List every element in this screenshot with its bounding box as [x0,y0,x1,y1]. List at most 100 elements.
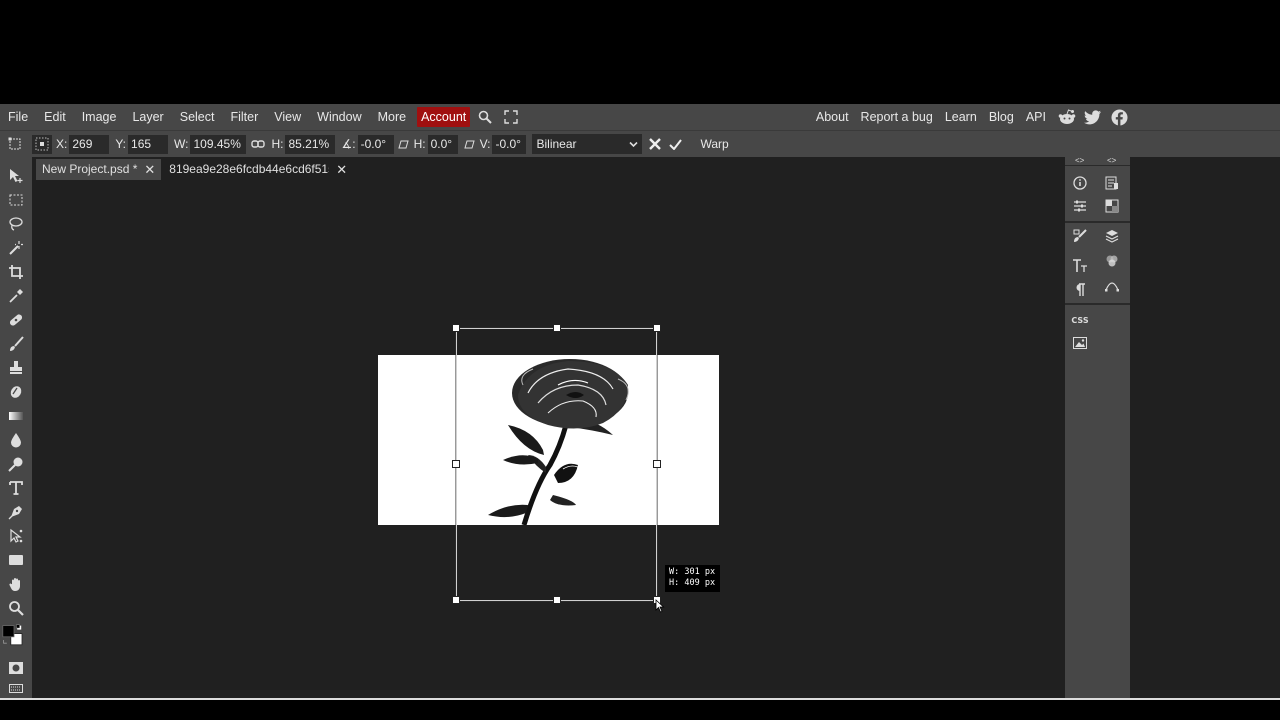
panel-divider [1065,303,1130,305]
tab-label: 819ea9e28e6fcdb44e6cd6f515 [169,162,330,176]
brush-tool-icon[interactable] [5,333,27,355]
transform-handle-top-left[interactable] [452,324,460,332]
clone-stamp-tool-icon[interactable] [5,357,27,379]
color-swatches-icon[interactable] [2,623,26,649]
search-icon[interactable] [474,107,496,127]
panel-divider [1065,221,1130,223]
menu-bar: File Edit Image Layer Select Filter View… [0,104,1280,130]
y-field[interactable]: 165 px [128,134,169,170]
hand-tool-icon[interactable] [5,573,27,595]
eyedropper-tool-icon[interactable] [5,285,27,307]
layers-icon[interactable] [1102,226,1122,246]
w-field[interactable]: 109.45% [190,134,247,154]
h-field[interactable]: 85.21% [285,134,336,154]
menu-filter[interactable]: Filter [222,107,266,127]
options-bar: X: 269 px Y: 165 px W: 109.45% H: 85.21%… [0,130,1280,170]
tools-panel [0,157,32,698]
lasso-tool-icon[interactable] [5,213,27,235]
type-tool-icon[interactable] [5,477,27,499]
magic-wand-tool-icon[interactable] [5,237,27,259]
crop-tool-icon[interactable] [5,261,27,283]
keyboard-icon[interactable] [5,677,27,699]
transform-handle-top[interactable] [553,324,561,332]
close-icon[interactable]: ✕ [336,159,347,180]
menu-select[interactable]: Select [172,107,223,127]
skew-v-field[interactable]: -0.0° [492,134,527,154]
warp-button[interactable]: Warp [700,137,728,151]
move-tool-icon[interactable] [5,165,27,187]
healing-brush-tool-icon[interactable] [5,309,27,331]
menu-report-bug[interactable]: Report a bug [855,107,939,127]
swatches-icon[interactable] [1102,196,1122,216]
size-tooltip: W: 301 px H: 409 px [665,565,720,592]
adjustments-icon[interactable] [1070,196,1090,216]
css-panel-icon[interactable]: CSS [1070,310,1090,330]
tab-image-file[interactable]: 819ea9e28e6fcdb44e6cd6f515 ✕ [163,159,353,180]
size-tooltip-height: H: 409 px [669,578,716,588]
marquee-tool-icon[interactable] [5,189,27,211]
close-icon[interactable]: ✕ [144,159,155,180]
blur-tool-icon[interactable] [5,429,27,451]
menu-layer[interactable]: Layer [124,107,171,127]
collapse-right-toggle[interactable]: <> [1107,157,1116,165]
dodge-tool-icon[interactable] [5,453,27,475]
skew-h-icon [398,135,410,154]
menu-learn[interactable]: Learn [939,107,983,127]
skew-h-field[interactable]: 0.0° [427,134,458,154]
fullscreen-icon[interactable] [500,107,522,127]
pen-tool-icon[interactable] [5,501,27,523]
skew-v-icon [464,135,476,154]
cancel-transform-icon[interactable] [646,135,664,154]
reference-point-icon[interactable] [32,134,52,154]
angle-label: ∡: [341,137,356,151]
w-label: W: [174,137,189,151]
facebook-icon[interactable] [1108,106,1130,128]
angle-field[interactable]: -0.0° [357,134,394,154]
gradient-tool-icon[interactable] [5,405,27,427]
zoom-tool-icon[interactable] [5,597,27,619]
transform-handle-left[interactable] [452,460,460,468]
menu-account[interactable]: Account [417,107,471,127]
path-select-tool-icon[interactable] [5,525,27,547]
tab-new-project[interactable]: New Project.psd * ✕ [36,159,162,180]
transform-handle-bottom[interactable] [553,596,561,604]
menu-blog[interactable]: Blog [983,107,1020,127]
menu-window[interactable]: Window [309,107,369,127]
transform-tool-icon[interactable] [6,135,24,154]
transform-bounding-box[interactable] [452,324,661,604]
brush-settings-icon[interactable] [1070,226,1090,246]
transform-handle-right[interactable] [653,460,661,468]
document-area: New Project.psd * ✕ 819ea9e28e6fcdb44e6c… [32,157,1065,698]
menu-file[interactable]: File [0,107,36,127]
info-icon[interactable] [1070,173,1090,193]
image-panel-icon[interactable] [1070,333,1090,353]
menu-api[interactable]: API [1020,107,1052,127]
skew-h-label: H: [413,137,426,151]
quick-mask-icon[interactable] [5,657,27,679]
character-icon[interactable] [1070,256,1090,276]
menu-about[interactable]: About [810,107,855,127]
menu-image[interactable]: Image [74,107,125,127]
commit-transform-icon[interactable] [666,135,684,154]
x-field[interactable]: 269 px [69,134,110,170]
paragraph-icon[interactable] [1070,280,1090,300]
interpolation-value: Bilinear [536,137,577,151]
channels-icon[interactable] [1102,251,1122,271]
skew-v-label: V: [479,137,491,151]
collapse-left-toggle[interactable]: <> [1075,157,1084,165]
transform-handle-top-right[interactable] [653,324,661,332]
twitter-icon[interactable] [1082,106,1104,128]
transform-handle-bottom-left[interactable] [452,596,460,604]
history-icon[interactable] [1102,173,1122,193]
rectangle-tool-icon[interactable] [5,549,27,571]
menu-edit[interactable]: Edit [36,107,74,127]
link-icon[interactable] [249,135,267,154]
menu-view[interactable]: View [266,107,309,127]
interpolation-select[interactable]: Bilinear [532,134,643,154]
h-label: H: [271,137,284,151]
eraser-tool-icon[interactable] [5,381,27,403]
y-label: Y: [115,137,127,151]
menu-more[interactable]: More [370,107,414,127]
reddit-icon[interactable] [1056,106,1078,128]
paths-icon[interactable] [1102,275,1122,295]
